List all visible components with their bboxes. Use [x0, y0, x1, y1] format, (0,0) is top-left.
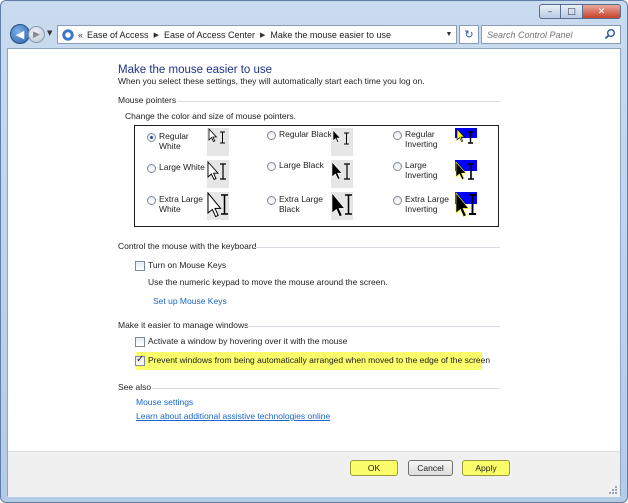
- breadcrumb-ease-of-access-center[interactable]: Ease of Access Center: [164, 30, 255, 40]
- ok-button[interactable]: OK: [350, 460, 398, 476]
- radio-extra-large-white[interactable]: [147, 196, 156, 205]
- radio-extra-large-inverting[interactable]: [393, 196, 402, 205]
- close-button[interactable]: ✕: [583, 4, 621, 19]
- control-panel-window: – □ ✕ ◀ ▶ ▼ « Ease of Access ▶ Ease of A…: [0, 0, 628, 503]
- search-icon[interactable]: [604, 28, 616, 40]
- pointer-preview-icon: [455, 128, 477, 144]
- breadcrumb-overflow[interactable]: «: [78, 30, 83, 40]
- extra-large-white-preview: [207, 192, 229, 220]
- prevent-snap-label[interactable]: Prevent windows from being automatically…: [148, 355, 490, 365]
- pointer-preview-icon: [207, 160, 226, 180]
- pointer-option-large-white[interactable]: Large White: [147, 162, 211, 173]
- content-pane: Make the mouse easier to use When you se…: [7, 48, 621, 497]
- pointer-preview-icon: [208, 128, 225, 144]
- mouse-keys-checkbox[interactable]: [135, 261, 145, 271]
- pointer-option-extra-large-inverting[interactable]: Extra Large Inverting: [393, 194, 463, 214]
- extra-large-inverting-preview: [455, 192, 477, 220]
- pointer-option-regular-black[interactable]: Regular Black: [267, 129, 339, 140]
- forward-button[interactable]: ▶: [28, 26, 45, 43]
- resize-grip-icon[interactable]: [608, 485, 618, 495]
- pointer-option-regular-inverting[interactable]: Regular Inverting: [393, 129, 457, 149]
- cancel-button[interactable]: Cancel: [408, 460, 453, 476]
- keyboard-heading: Control the mouse with the keyboard: [118, 241, 500, 251]
- pointer-option-regular-white[interactable]: Regular White: [147, 131, 211, 151]
- pointer-preview-icon: [207, 192, 228, 218]
- mouse-settings-link[interactable]: Mouse settings: [136, 397, 193, 407]
- pointer-option-extra-large-black[interactable]: Extra Large Black: [267, 194, 331, 214]
- button-bar: OK Cancel Apply: [8, 451, 620, 497]
- breadcrumb-ease-of-access[interactable]: Ease of Access: [87, 30, 149, 40]
- pointer-preview-icon: [331, 192, 352, 217]
- search-input[interactable]: [487, 29, 599, 40]
- minimize-button[interactable]: –: [539, 4, 561, 19]
- radio-extra-large-black[interactable]: [267, 196, 276, 205]
- regular-white-preview: [207, 128, 229, 156]
- pointer-scheme-group: Regular White Regular Black Regular Inve…: [134, 125, 499, 227]
- pointer-preview-icon: [331, 161, 350, 180]
- pointer-option-extra-large-white[interactable]: Extra Large White: [147, 194, 211, 214]
- large-white-preview: [207, 160, 229, 188]
- assistive-technologies-link[interactable]: Learn about additional assistive technol…: [136, 411, 330, 421]
- radio-regular-inverting[interactable]: [393, 131, 402, 140]
- address-dropdown-icon[interactable]: ▼: [442, 26, 456, 43]
- pointer-instruction: Change the color and size of mouse point…: [125, 111, 297, 121]
- windows-heading: Make it easier to manage windows: [118, 320, 500, 330]
- search-box[interactable]: [481, 25, 621, 44]
- large-inverting-preview: [455, 160, 477, 188]
- hover-activate-checkbox[interactable]: [135, 337, 145, 347]
- regular-inverting-preview: [455, 128, 477, 156]
- refresh-icon[interactable]: ↻: [459, 25, 479, 44]
- back-button[interactable]: ◀: [10, 24, 30, 44]
- pointer-preview-icon: [455, 192, 477, 217]
- pointer-preview-icon: [332, 129, 349, 145]
- page-subtitle: When you select these settings, they wil…: [118, 76, 425, 86]
- radio-regular-white[interactable]: [147, 133, 156, 142]
- large-black-preview: [331, 160, 353, 188]
- radio-large-white[interactable]: [147, 164, 156, 173]
- setup-mouse-keys-link[interactable]: Set up Mouse Keys: [153, 296, 227, 306]
- mouse-keys-description: Use the numeric keypad to move the mouse…: [148, 277, 388, 287]
- page-title: Make the mouse easier to use: [118, 64, 273, 76]
- breadcrumb-arrow-icon[interactable]: ▶: [260, 31, 265, 39]
- maximize-button[interactable]: □: [561, 4, 583, 19]
- hover-activate-label[interactable]: Activate a window by hovering over it wi…: [148, 336, 347, 346]
- radio-regular-black[interactable]: [267, 131, 276, 140]
- radio-large-black[interactable]: [267, 162, 276, 171]
- title-bar: – □ ✕: [1, 1, 627, 21]
- mouse-pointers-heading: Mouse pointers: [118, 95, 500, 105]
- apply-button[interactable]: Apply: [462, 460, 510, 476]
- caption-buttons: – □ ✕: [539, 4, 621, 19]
- address-bar[interactable]: « Ease of Access ▶ Ease of Access Center…: [57, 25, 457, 44]
- extra-large-black-preview: [331, 192, 353, 220]
- pointer-option-large-inverting[interactable]: Large Inverting: [393, 160, 457, 180]
- radio-large-inverting[interactable]: [393, 162, 402, 171]
- pointer-preview-icon: [455, 160, 477, 180]
- see-also-heading: See also: [118, 382, 500, 392]
- breadcrumb-current-page[interactable]: Make the mouse easier to use: [270, 30, 391, 40]
- mouse-keys-label[interactable]: Turn on Mouse Keys: [148, 260, 226, 270]
- breadcrumb-arrow-icon[interactable]: ▶: [154, 31, 159, 39]
- regular-black-preview: [331, 128, 353, 156]
- navigation-bar: ◀ ▶ ▼ « Ease of Access ▶ Ease of Access …: [7, 23, 621, 45]
- control-panel-icon: [61, 27, 75, 42]
- pointer-option-large-black[interactable]: Large Black: [267, 160, 331, 171]
- recent-pages-dropdown[interactable]: ▼: [47, 29, 52, 37]
- prevent-snap-checkbox[interactable]: [135, 354, 145, 366]
